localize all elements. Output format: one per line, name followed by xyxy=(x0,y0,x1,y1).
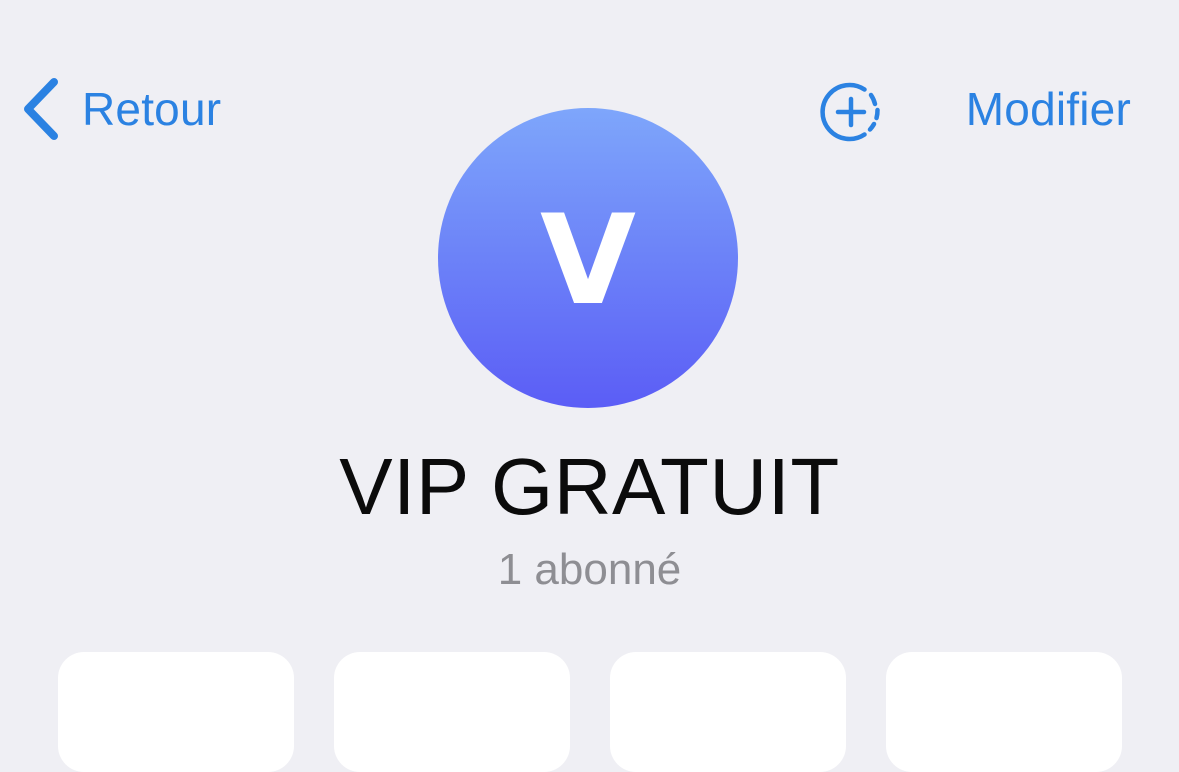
back-button[interactable]: Retour xyxy=(20,76,221,142)
edit-button[interactable]: Modifier xyxy=(966,76,1131,142)
action-button-3[interactable] xyxy=(610,652,846,772)
avatar-initial: V xyxy=(540,189,636,333)
chevron-left-icon xyxy=(20,76,60,142)
action-button-1[interactable] xyxy=(58,652,294,772)
subscriber-count: 1 abonné xyxy=(497,545,682,594)
action-button-row xyxy=(58,652,1122,772)
back-button-label: Retour xyxy=(82,83,222,135)
channel-title: VIP GRATUIT xyxy=(339,442,840,531)
channel-avatar[interactable]: V xyxy=(438,108,738,408)
action-button-2[interactable] xyxy=(334,652,570,772)
add-story-icon xyxy=(820,80,884,144)
add-story-button[interactable] xyxy=(820,80,884,144)
action-button-4[interactable] xyxy=(886,652,1122,772)
